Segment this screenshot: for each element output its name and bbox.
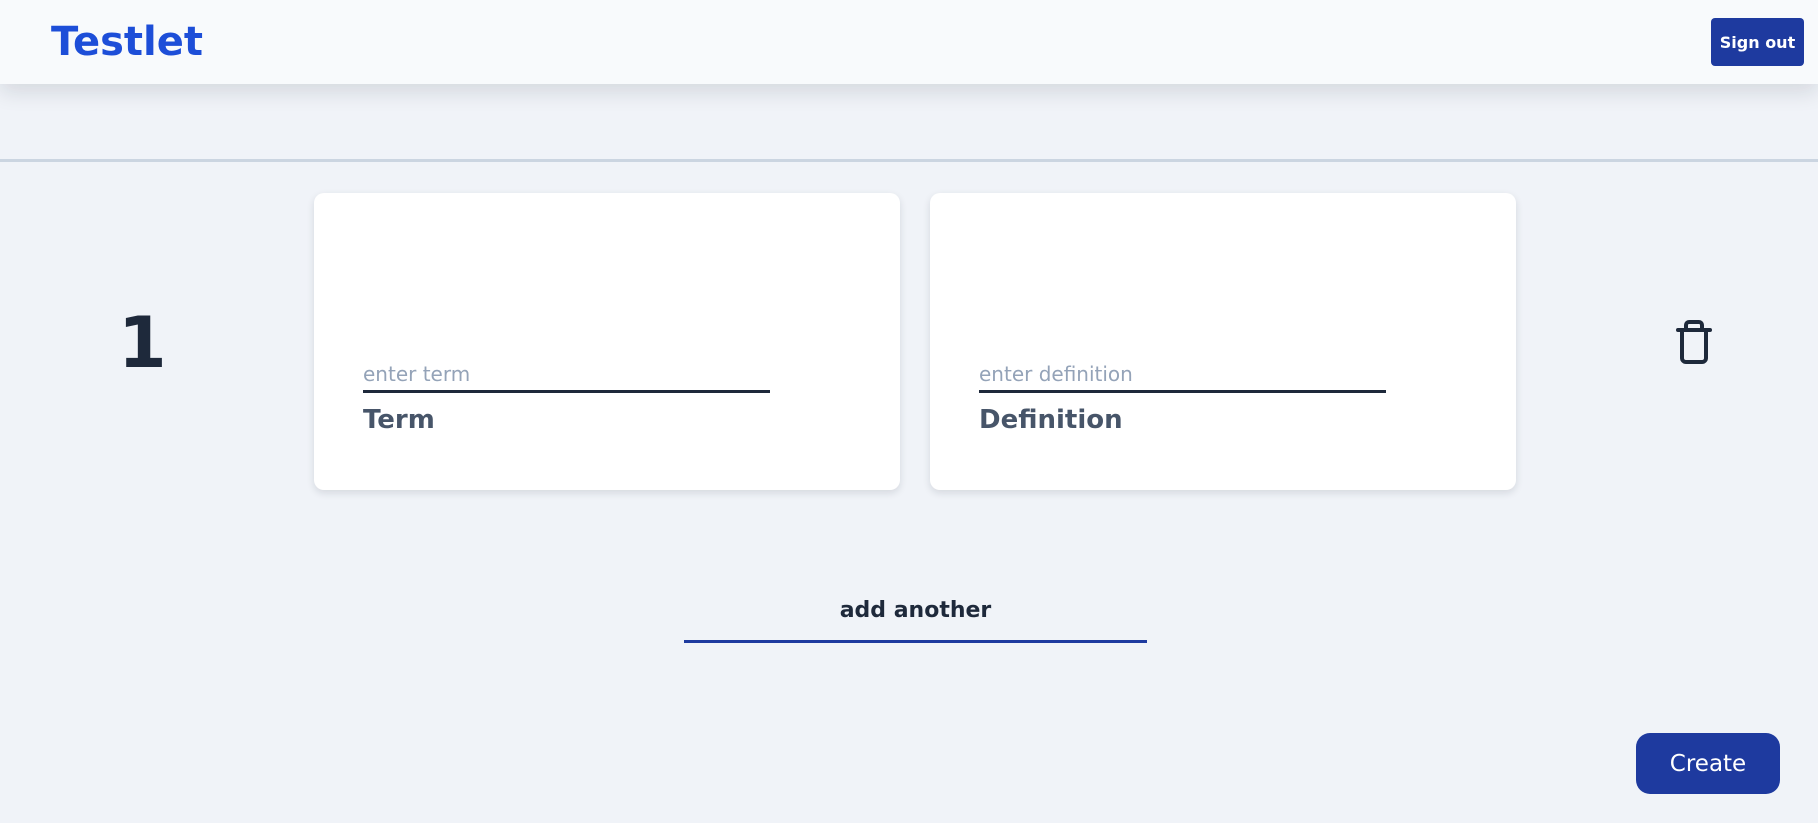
card-number: 1 [118, 302, 167, 384]
top-navbar: Testlet Sign out [0, 0, 1818, 84]
definition-input[interactable] [979, 361, 1386, 393]
definition-label: Definition [979, 405, 1123, 435]
delete-card-button[interactable] [1672, 318, 1716, 366]
term-card: Term [314, 193, 900, 490]
term-label: Term [363, 405, 435, 435]
term-input[interactable] [363, 361, 770, 393]
create-button[interactable]: Create [1636, 733, 1780, 794]
add-another-button[interactable]: add another [684, 591, 1147, 643]
app-logo[interactable]: Testlet [51, 17, 203, 67]
trash-icon [1676, 320, 1712, 364]
definition-card: Definition [930, 193, 1516, 490]
sign-out-button[interactable]: Sign out [1711, 18, 1804, 66]
section-divider [0, 159, 1818, 162]
flashcard-row: 1 Term Definition [0, 193, 1818, 491]
